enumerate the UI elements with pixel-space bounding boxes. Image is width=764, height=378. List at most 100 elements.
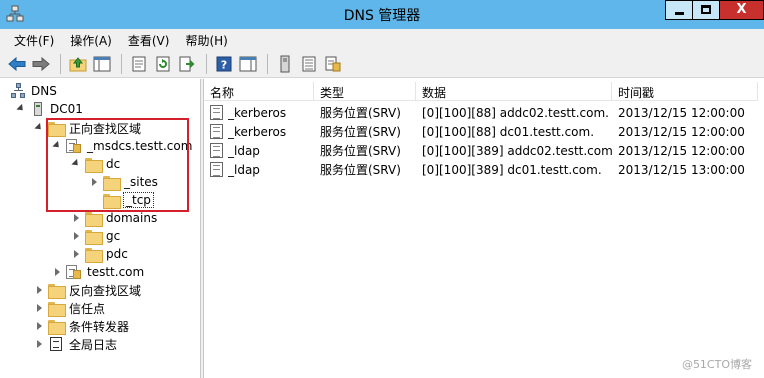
column-header-name[interactable]: 名称	[204, 82, 314, 101]
record-icon	[210, 124, 223, 139]
table-row[interactable]: _ldap 服务位置(SRV) [0][100][389] addc02.tes…	[204, 141, 758, 160]
tree-item-pdc[interactable]: pdc	[71, 245, 128, 263]
forward-arrow-icon	[32, 56, 50, 71]
folder-icon	[48, 301, 66, 317]
list-header: 名称 类型 数据 时间戳	[204, 82, 758, 101]
server-icon	[280, 55, 290, 72]
expand-arrow-icon[interactable]	[71, 213, 81, 223]
tree-item-dc01[interactable]: DC01	[16, 100, 83, 118]
record-list: 名称 类型 数据 时间戳 _kerberos 服务位置(SRV) [0][100…	[204, 79, 764, 378]
record-name: _ldap	[228, 143, 260, 158]
back-button[interactable]	[6, 53, 28, 75]
folder-icon	[48, 319, 66, 335]
title-bar: DNS 管理器 X	[0, 0, 764, 29]
show-console-tree-icon	[93, 56, 111, 71]
forward-button[interactable]	[30, 53, 52, 75]
record-data: [0][100][88] addc02.testt.com.	[422, 105, 609, 120]
window-title: DNS 管理器	[343, 8, 421, 24]
expand-arrow-icon[interactable]	[71, 231, 81, 241]
record-type: 服务位置(SRV)	[320, 125, 401, 139]
tree-item-dns[interactable]: DNS	[10, 82, 57, 100]
column-header-type[interactable]: 类型	[314, 82, 416, 101]
menu-help[interactable]: 帮助(H)	[177, 29, 235, 50]
tree-item-conditional-forwarders[interactable]: 条件转发器	[34, 317, 129, 335]
menu-bar: 文件(F) 操作(A) 查看(V) 帮助(H)	[0, 29, 764, 50]
expand-arrow-icon[interactable]	[71, 249, 81, 259]
record-timestamp: 2013/12/15 12:00:00	[618, 143, 745, 158]
tree-item-testt-zone[interactable]: testt.com	[52, 263, 144, 281]
table-row[interactable]: _kerberos 服务位置(SRV) [0][100][88] addc02.…	[204, 103, 758, 122]
minimize-button[interactable]	[665, 0, 692, 20]
maximize-icon	[701, 5, 711, 14]
up-level-button[interactable]	[67, 53, 89, 75]
menu-action[interactable]: 操作(A)	[62, 29, 120, 50]
minimize-icon	[675, 12, 684, 15]
close-button[interactable]: X	[719, 0, 764, 20]
show-console-tree-button[interactable]	[91, 53, 113, 75]
expand-arrow-icon[interactable]	[34, 339, 44, 349]
action-pane-button[interactable]	[237, 53, 259, 75]
record-icon	[210, 105, 223, 120]
tree-item-global-logs[interactable]: 全局日志	[34, 335, 117, 353]
column-header-timestamp[interactable]: 时间戳	[612, 82, 758, 101]
record-data: [0][100][88] dc01.testt.com.	[422, 124, 595, 139]
record-name: _ldap	[228, 162, 260, 177]
help-button[interactable]: ?	[213, 53, 235, 75]
tree-label: domains	[106, 211, 158, 225]
tree-label: gc	[106, 229, 121, 243]
up-folder-icon	[69, 56, 87, 71]
menu-view[interactable]: 查看(V)	[120, 29, 178, 50]
folder-icon	[85, 211, 103, 227]
back-arrow-icon	[8, 56, 26, 71]
table-row[interactable]: _ldap 服务位置(SRV) [0][100][389] dc01.testt…	[204, 160, 758, 179]
record-icon	[210, 162, 223, 177]
column-header-data[interactable]: 数据	[416, 82, 612, 101]
tree-label: 反向查找区域	[69, 283, 142, 298]
table-row[interactable]: _kerberos 服务位置(SRV) [0][100][88] dc01.te…	[204, 122, 758, 141]
action-pane-icon	[239, 56, 257, 71]
list-button[interactable]	[298, 53, 320, 75]
server-button[interactable]	[274, 53, 296, 75]
collapse-arrow-icon[interactable]	[34, 122, 44, 133]
toolbar-separator	[60, 53, 61, 74]
server-icon	[30, 101, 46, 117]
record-timestamp: 2013/12/15 13:00:00	[618, 162, 745, 177]
properties-button[interactable]	[128, 53, 150, 75]
expand-arrow-icon[interactable]	[34, 303, 44, 313]
record-data: [0][100][389] dc01.testt.com.	[422, 162, 602, 177]
record-icon	[210, 143, 223, 158]
log-icon	[48, 336, 64, 352]
expand-arrow-icon[interactable]	[34, 285, 44, 295]
close-icon: X	[736, 2, 747, 17]
expand-arrow-icon[interactable]	[52, 267, 62, 277]
collapse-arrow-icon[interactable]	[16, 103, 26, 114]
record-timestamp: 2013/12/15 12:00:00	[618, 124, 745, 139]
tree-label: 条件转发器	[69, 319, 130, 334]
expand-arrow-icon[interactable]	[34, 321, 44, 331]
zone-button[interactable]	[322, 53, 344, 75]
watermark: @51CTO博客	[681, 358, 752, 371]
dns-icon	[10, 83, 26, 99]
export-list-icon	[179, 56, 195, 71]
tree-item-reverse-zones[interactable]: 反向查找区域	[34, 281, 141, 299]
toolbar-separator	[121, 53, 122, 74]
record-timestamp: 2013/12/15 12:00:00	[618, 105, 745, 120]
tree-item-gc[interactable]: gc	[71, 227, 120, 245]
menu-file[interactable]: 文件(F)	[6, 29, 62, 50]
export-list-button[interactable]	[176, 53, 198, 75]
tree-label: pdc	[106, 247, 128, 261]
record-type: 服务位置(SRV)	[320, 144, 401, 158]
record-type: 服务位置(SRV)	[320, 163, 401, 177]
tree-label: testt.com	[87, 265, 145, 279]
folder-icon	[85, 229, 103, 245]
svg-text:?: ?	[221, 58, 227, 71]
folder-icon	[85, 247, 103, 263]
folder-icon	[48, 283, 66, 299]
refresh-icon	[156, 56, 170, 71]
properties-icon	[132, 56, 146, 71]
toolbar: ?	[0, 50, 764, 78]
maximize-button[interactable]	[692, 0, 719, 20]
refresh-button[interactable]	[152, 53, 174, 75]
tree-item-trust-points[interactable]: 信任点	[34, 299, 105, 317]
list-icon	[302, 56, 316, 71]
